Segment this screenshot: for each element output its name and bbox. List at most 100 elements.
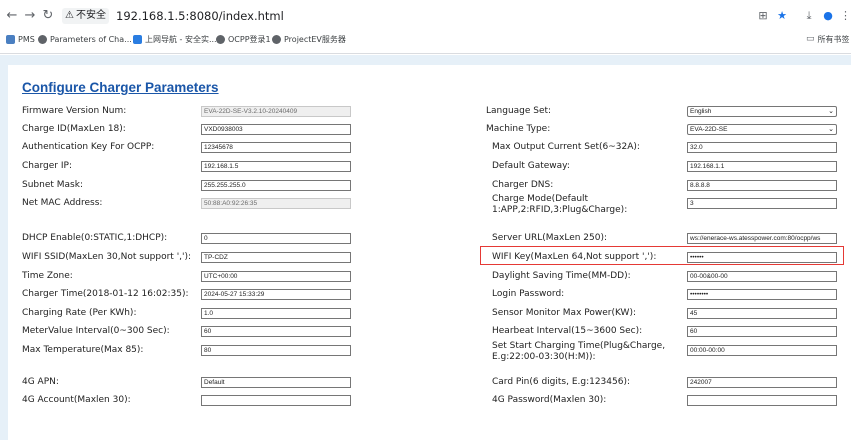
label-line: Hearbeat Interval(15~3600 Sec): [492, 326, 643, 336]
input-4g-account-maxlen-30[interactable] [201, 395, 351, 406]
server-url-highlight [480, 246, 844, 265]
bookmark-pms[interactable]: PMS [6, 32, 35, 46]
language-select[interactable]: English ⌄ [687, 106, 837, 117]
translate-icon[interactable]: ⊞ [756, 8, 770, 24]
input-daylight-saving-time-mm-dd[interactable]: 00-00&00-00 [687, 271, 837, 282]
label-4g-apn: 4G APN: [22, 377, 59, 387]
input-set-start-charging-time-plug-charge[interactable]: 00:00-00:00 [687, 345, 837, 356]
forward-icon[interactable]: → [22, 8, 38, 24]
chevron-down-icon: ⌄ [828, 126, 834, 133]
label-charger-dns: Charger DNS: [492, 180, 553, 191]
label-net-mac-address: Net MAC Address: [22, 198, 103, 208]
security-label: 不安全 [75, 10, 106, 21]
bookmark-ocpp[interactable]: OCPP登录1 [216, 32, 271, 46]
input-server-url-maxlen-250[interactable]: ws://enerace-ws.atesspower.com:80/ocpp/w… [687, 233, 837, 244]
input-authentication-key-for-ocpp[interactable]: 12345678 [201, 142, 351, 153]
shield-icon [133, 34, 142, 44]
input-net-mac-address: 50:88:A0:92:26:35 [201, 198, 351, 209]
label-dhcp-enable-0-static-1-dhcp: DHCP Enable(0:STATIC,1:DHCP): [22, 233, 168, 243]
label-charge-id-maxlen-18: Charge ID(MaxLen 18): [22, 124, 126, 134]
globe-icon [272, 34, 281, 44]
input-firmware-version-num: EVA-22D-SE-V3.2.10-20240409 [201, 106, 351, 117]
bookmark-label: ProjectEV服务器 [284, 34, 346, 44]
folder-icon: ▭ [806, 34, 815, 44]
input-login-password[interactable]: •••••••• [687, 289, 837, 300]
input-sensor-monitor-max-power-kw[interactable]: 45 [687, 308, 837, 319]
bookmark-label: Parameters of Cha... [50, 34, 132, 44]
label-line: Machine Type: [486, 124, 551, 134]
browser-toolbar: ← → ↻ ⚠ 不安全 192.168.1.5:8080/index.html … [0, 0, 851, 32]
label-authentication-key-for-ocpp: Authentication Key For OCPP: [22, 142, 155, 152]
label-charger-time-2018-01-12-16-02-35: Charger Time(2018-01-12 16:02:35): [22, 289, 189, 299]
label-charge-mode-default: Charge Mode(Default 1:APP,2:RFID,3:Plug&C… [492, 194, 627, 216]
input-4g-apn[interactable]: Default [201, 377, 351, 388]
bookmark-label: OCPP登录1 [228, 34, 271, 44]
profile-icon[interactable]: ● [822, 8, 834, 24]
chevron-down-icon: ⌄ [828, 108, 834, 115]
address-bar[interactable]: ⚠ 不安全 192.168.1.5:8080/index.html [62, 4, 787, 28]
page-title[interactable]: Configure Charger Parameters [22, 80, 219, 95]
label-4g-password-maxlen-30: 4G Password(Maxlen 30): [492, 395, 606, 406]
input-charger-ip[interactable]: 192.168.1.5 [201, 161, 351, 172]
label-max-temperature-max-85: Max Temperature(Max 85): [22, 345, 144, 355]
label-card-pin-6-digits-e-g-123456: Card Pin(6 digits, E.g:123456): [492, 377, 630, 388]
all-bookmarks-label: 所有书签 [817, 34, 850, 44]
bookmark-parameters[interactable]: Parameters of Cha... [38, 32, 132, 46]
menu-icon[interactable]: ⋮ [840, 8, 851, 24]
machine-type-select[interactable]: EVA-22D-SE ⌄ [687, 124, 837, 135]
globe-icon [38, 34, 47, 44]
chrome-divider [0, 46, 851, 54]
label-line: Language Set: [486, 106, 552, 116]
input-charger-time-2018-01-12-16-02-35[interactable]: 2024-05-27 15:33:29 [201, 289, 351, 300]
input-metervalue-interval-0-300-sec[interactable]: 60 [201, 326, 351, 337]
input-card-pin-6-digits-e-g-123456[interactable]: 242007 [687, 377, 837, 388]
label-max-output-current-set-6-32a: Max Output Current Set(6~32A): [492, 142, 640, 153]
warning-icon: ⚠ [65, 10, 74, 21]
label-line: 4G Password(Maxlen 30): [492, 395, 607, 405]
label-charging-rate-per-kwh: Charging Rate (Per KWh): [22, 308, 137, 318]
bookmark-label: 上网导航 - 安全实... [145, 34, 217, 44]
bookmark-projectev[interactable]: ProjectEV服务器 [272, 32, 346, 46]
input-4g-password-maxlen-30[interactable] [687, 395, 837, 406]
label-line: Daylight Saving Time(MM-DD): [492, 271, 631, 281]
input-max-temperature-max-85[interactable]: 80 [201, 345, 351, 356]
input-subnet-mask[interactable]: 255.255.255.0 [201, 180, 351, 191]
input-charge-id-maxlen-18[interactable]: VXD0938003 [201, 124, 351, 135]
back-icon[interactable]: ← [4, 8, 20, 24]
download-icon[interactable]: ⤓ [803, 8, 815, 24]
label-line: Charger DNS: [492, 180, 554, 190]
label-line: Charge Mode(Default [492, 194, 589, 204]
all-bookmarks[interactable]: ▭ 所有书签 [806, 32, 850, 46]
label-server-url-maxlen-250: Server URL(MaxLen 250): [492, 233, 607, 244]
label-line: 1:APP,2:RFID,3:Plug&Charge): [492, 205, 628, 215]
input-dhcp-enable-0-static-1-dhcp[interactable]: 0 [201, 233, 351, 244]
label-daylight-saving-time-mm-dd: Daylight Saving Time(MM-DD): [492, 271, 631, 282]
label-4g-account-maxlen-30: 4G Account(Maxlen 30): [22, 395, 131, 405]
input-charger-dns[interactable]: 8.8.8.8 [687, 180, 837, 191]
label-machine-type: Machine Type: [486, 124, 550, 135]
label-wifi-ssid-maxlen-30-not-support: WIFI SSID(MaxLen 30,Not support ','): [22, 252, 192, 262]
reload-icon[interactable]: ↻ [40, 8, 56, 24]
input-time-zone[interactable]: UTC+00:00 [201, 271, 351, 282]
bookmark-navigation[interactable]: 上网导航 - 安全实... [133, 32, 217, 46]
globe-icon [216, 34, 225, 44]
bookmark-label: PMS [18, 34, 35, 44]
label-line: Sensor Monitor Max Power(KW): [492, 308, 636, 318]
label-sensor-monitor-max-power-kw: Sensor Monitor Max Power(KW): [492, 308, 636, 319]
label-language-set: Language Set: [486, 106, 551, 117]
label-line: Set Start Charging Time(Plug&Charge, [492, 341, 666, 351]
input-hearbeat-interval-15-3600-sec[interactable]: 60 [687, 326, 837, 337]
input-max-output-current-set-6-32a[interactable]: 32.0 [687, 142, 837, 153]
url-text[interactable]: 192.168.1.5:8080/index.html [116, 8, 284, 24]
bookmark-star-icon[interactable]: ★ [776, 8, 788, 24]
select-value: EVA-22D-SE [690, 126, 728, 133]
label-login-password: Login Password: [492, 289, 564, 300]
input-wifi-ssid-maxlen-30-not-support[interactable]: TP-CDZ [201, 252, 351, 263]
input-charging-rate-per-kwh[interactable]: 1.0 [201, 308, 351, 319]
input-default-gateway[interactable]: 192.168.1.1 [687, 161, 837, 172]
input-charge-mode-default[interactable]: 3 [687, 198, 837, 209]
label-line: Server URL(MaxLen 250): [492, 233, 608, 243]
security-badge[interactable]: ⚠ 不安全 [62, 8, 109, 24]
label-hearbeat-interval-15-3600-sec: Hearbeat Interval(15~3600 Sec): [492, 326, 642, 337]
label-line: Default Gateway: [492, 161, 570, 171]
